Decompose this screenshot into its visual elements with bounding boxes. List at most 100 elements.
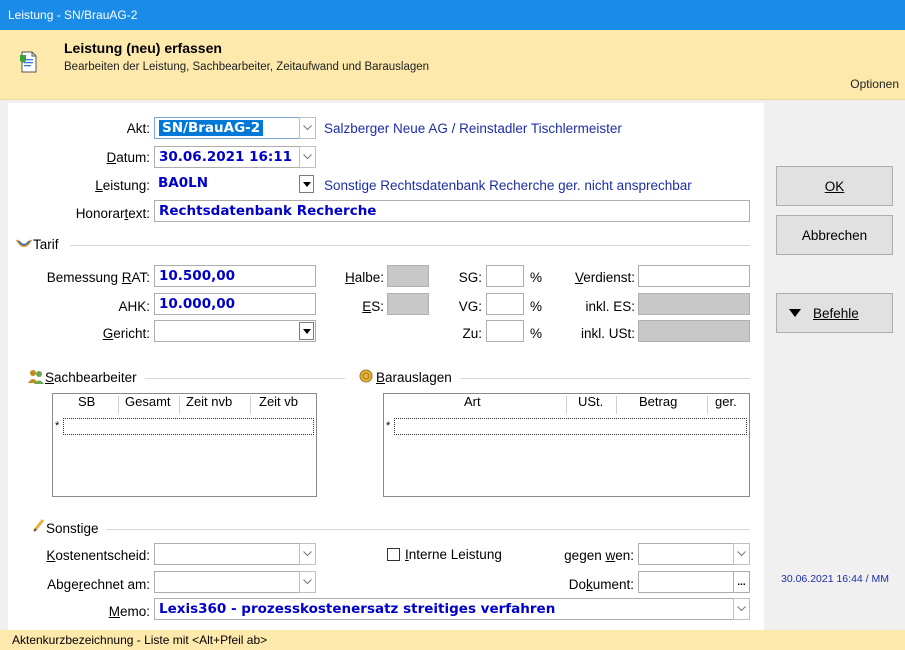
barauslagen-section-label: Barauslagen [376,370,452,385]
halbe-field [387,265,429,287]
document-edit-icon [20,51,37,73]
ahk-field[interactable]: 10.000,00 [154,293,316,315]
verdienst-field[interactable] [638,265,750,287]
status-bar: Aktenkurzbezeichnung - Liste mit <Alt+Pf… [0,630,905,650]
cancel-button[interactable]: Abbrechen [776,215,893,255]
chevron-down-icon [303,551,312,557]
dokument-field[interactable] [638,571,734,593]
header-title: Leistung (neu) erfassen [64,40,222,56]
chevron-down-icon [303,154,312,160]
leistung-dropdown-button[interactable] [299,175,314,193]
akt-description: Salzberger Neue AG / Reinstadler Tischle… [324,121,622,136]
ust-column-header[interactable]: USt. [578,394,603,409]
options-link[interactable]: Optionen [850,77,899,91]
kostenentscheid-label: Kostenentscheid: [46,548,150,563]
gegen-wen-dropdown-button[interactable] [733,543,750,565]
sachbearbeiter-new-row[interactable] [63,418,314,435]
zu-label: Zu: [462,326,482,341]
form-header: Leistung (neu) erfassen Bearbeiten der L… [0,30,905,100]
barauslagen-new-row[interactable] [394,418,747,435]
gericht-dropdown-button[interactable] [299,322,314,340]
chevron-down-icon [303,125,312,131]
memo-field[interactable]: Lexis360 - prozesskostenersatz streitige… [154,598,734,620]
datum-label: Datum: [106,150,150,165]
memo-dropdown-button[interactable] [733,598,750,620]
caret-down-icon [302,181,311,187]
gegen-wen-field[interactable] [638,543,734,565]
status-text: Aktenkurzbezeichnung - Liste mit <Alt+Pf… [12,633,268,647]
sachbearbeiter-section-label: Sachbearbeiter [45,370,137,385]
betrag-column-header[interactable]: Betrag [639,394,677,409]
sonstige-divider [106,529,750,530]
honorartext-label: Honorartext: [75,206,150,221]
leistung-field[interactable]: BA0LN [154,173,300,195]
modified-timestamp: 30.06.2021 16:44 / MM [781,573,889,585]
vg-percent: % [530,299,543,314]
zu-field[interactable] [486,320,524,342]
chevron-down-icon [737,606,746,612]
caret-down-icon [302,328,311,334]
window-title-bar: Leistung - SN/BrauAG-2 [0,0,905,30]
chevron-down-icon [737,551,746,557]
leistung-description: Sonstige Rechtsdatenbank Recherche ger. … [324,178,692,193]
barauslagen-grid[interactable]: Art USt. Betrag ger. * [383,393,750,497]
inkl-es-field [638,293,750,315]
vg-field[interactable] [486,293,524,315]
honorartext-field[interactable]: Rechtsdatenbank Recherche [154,200,750,222]
tarif-divider [70,245,750,246]
befehle-button[interactable]: Befehle [776,293,893,333]
sg-percent: % [530,270,543,285]
chevron-down-icon [303,579,312,585]
zeit-nvb-column-header[interactable]: Zeit nvb [186,394,232,409]
zeit-vb-column-header[interactable]: Zeit vb [259,394,298,409]
akt-label: Akt: [126,121,150,136]
inkl-ust-label: inkl. USt: [580,326,635,341]
zu-percent: % [530,326,543,341]
header-subtitle: Bearbeiten der Leistung, Sachbearbeiter,… [64,61,430,73]
akt-dropdown-button[interactable] [299,117,316,139]
sb-column-header[interactable]: SB [78,394,95,409]
abgerechnet-field[interactable] [154,571,300,593]
abgerechnet-label: Abgerechnet am: [47,577,150,592]
dokument-label: Dokument: [568,577,634,592]
inkl-es-label: inkl. ES: [585,299,635,314]
gegen-wen-label: gegen wen: [564,548,634,563]
tarif-section-label: Tarif [33,237,59,252]
memo-label: Memo: [108,604,150,619]
gericht-label: Gericht: [102,326,150,341]
pencil-icon [33,519,45,532]
es-label: ES: [362,299,384,314]
sonstige-section-label: Sonstige [46,521,99,536]
bemessung-field[interactable]: 10.500,00 [154,265,316,287]
sg-field[interactable] [486,265,524,287]
interne-leistung-label[interactable]: Interne Leistung [405,547,502,562]
sachbearbeiter-grid[interactable]: SB Gesamt Zeit nvb Zeit vb * [52,393,317,497]
sachbearbeiter-divider [145,378,345,379]
es-field [387,293,429,315]
datum-dropdown-button[interactable] [299,146,316,168]
akt-field[interactable]: SN/BrauAG-2 [154,117,300,139]
datum-field[interactable]: 30.06.2021 16:11 [154,146,300,168]
ger-column-header[interactable]: ger. [715,394,737,409]
gesamt-column-header[interactable]: Gesamt [125,394,171,409]
caret-down-icon [789,309,801,317]
dokument-browse-button[interactable]: ... [733,571,750,593]
ok-button[interactable]: OK [776,166,893,206]
people-icon [28,370,44,384]
kostenentscheid-field[interactable] [154,543,300,565]
interne-leistung-checkbox[interactable] [387,548,400,561]
art-column-header[interactable]: Art [464,394,481,409]
abgerechnet-dropdown-button[interactable] [299,571,316,593]
inkl-ust-field [638,320,750,342]
new-row-marker: * [386,420,391,432]
leistung-label: Leistung: [95,178,150,193]
vg-label: VG: [458,299,482,314]
new-row-marker: * [55,420,60,432]
gericht-field[interactable] [154,320,316,342]
sg-label: SG: [458,270,482,285]
ahk-label: AHK: [118,299,150,314]
scale-icon [16,239,32,247]
kostenentscheid-dropdown-button[interactable] [299,543,316,565]
bemessung-label: Bemessung RAT: [46,270,150,285]
barauslagen-divider [460,378,750,379]
